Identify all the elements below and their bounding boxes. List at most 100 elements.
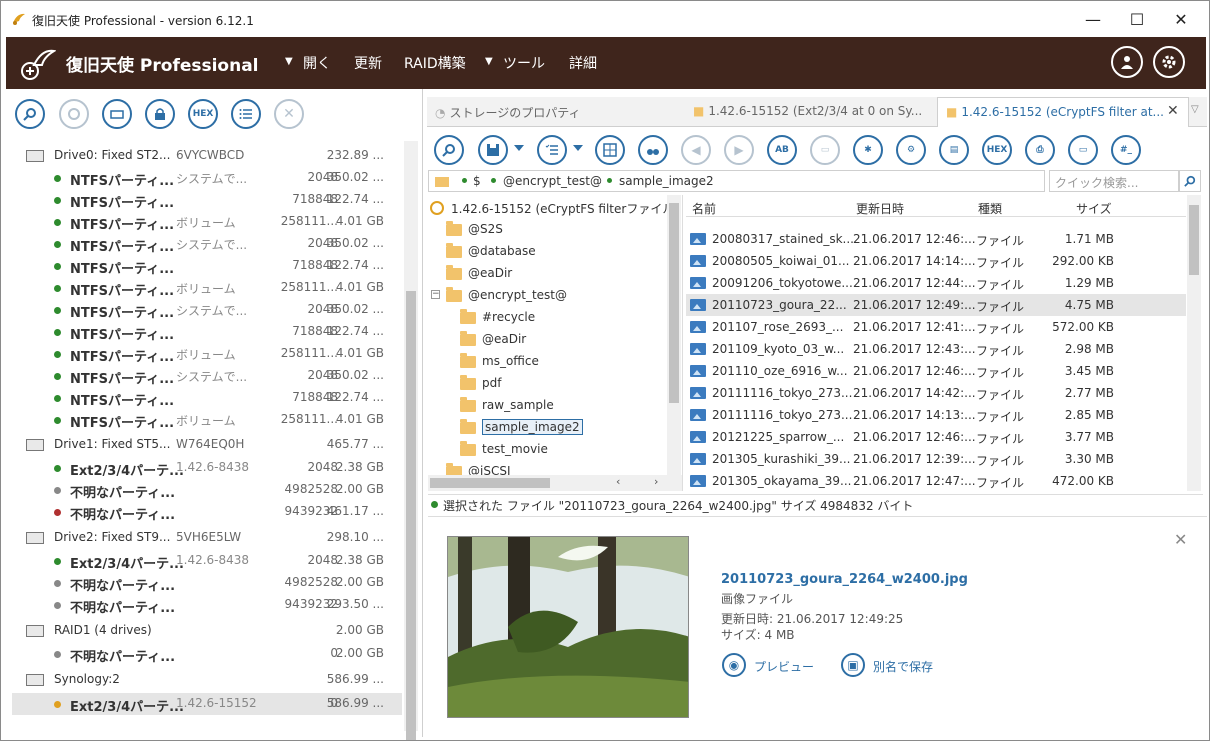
- scrollbar[interactable]: [1187, 195, 1201, 491]
- text-view-button[interactable]: AB: [767, 135, 797, 165]
- list-view-button[interactable]: [231, 99, 261, 129]
- file-row[interactable]: 201305_okayama_39... 21.06.2017 12:47:...…: [686, 470, 1186, 491]
- drive-item[interactable]: Drive2: Fixed ST9... 5VH6E5LW 298.10 ...: [26, 527, 416, 549]
- drive-item[interactable]: Synology:2 586.99 ...: [26, 669, 416, 691]
- tab-ext-volume[interactable]: ■ 1.42.6-15152 (Ext2/3/4 at 0 on Sy...: [693, 97, 933, 127]
- drive-item[interactable]: Drive1: Fixed ST5... W764EQ0H 465.77 ...: [26, 434, 416, 456]
- horizontal-scrollbar[interactable]: ‹ ›: [428, 475, 682, 491]
- drive-item[interactable]: RAID1 (4 drives) 2.00 GB: [26, 620, 416, 642]
- partition-item[interactable]: 不明なパーティ... 4982528 2.00 GB: [26, 479, 416, 501]
- maximize-button[interactable]: ☐: [1115, 5, 1159, 33]
- close-preview-icon[interactable]: ✕: [1174, 530, 1187, 549]
- scrollbar-thumb[interactable]: [406, 291, 416, 740]
- close-button[interactable]: ✕: [1159, 5, 1203, 33]
- partition-item[interactable]: Ext2/3/4パーテ... 1.42.6-8438 2048 2.38 GB: [26, 550, 416, 572]
- menu-tools[interactable]: ツール: [503, 53, 545, 73]
- partition-item[interactable]: NTFSパーティ... 718848 122.74 ...: [26, 321, 416, 343]
- file-row[interactable]: 20110723_goura_22... 21.06.2017 12:49:...…: [686, 294, 1186, 316]
- tab-list-icon[interactable]: ▽: [1191, 104, 1199, 115]
- menu-raid[interactable]: RAID構築: [404, 53, 466, 73]
- partition-item[interactable]: NTFSパーティ... 718848 122.74 ...: [26, 189, 416, 211]
- quick-search-input[interactable]: クイック検索...: [1049, 170, 1179, 192]
- breadcrumb-segment[interactable]: @encrypt_test@: [503, 174, 602, 188]
- partition-item[interactable]: Ext2/3/4パーテ... 1.42.6-8438 2048 2.38 GB: [26, 457, 416, 479]
- find-button[interactable]: [638, 135, 668, 165]
- partition-item[interactable]: NTFSパーティ... システムで... 2048 350.02 ...: [26, 233, 416, 255]
- encryption-button[interactable]: [145, 99, 175, 129]
- file-row[interactable]: 201109_kyoto_03_w... 21.06.2017 12:43:...…: [686, 338, 1186, 360]
- file-row[interactable]: 201305_kurashiki_39... 21.06.2017 12:39:.…: [686, 448, 1186, 470]
- partition-item[interactable]: NTFSパーティ... ボリューム 258111... 4.01 GB: [26, 211, 416, 233]
- file-row[interactable]: 20121225_sparrow_... 21.06.2017 12:46:...…: [686, 426, 1186, 448]
- chevron-down-icon[interactable]: [514, 145, 524, 151]
- search-submit-button[interactable]: [1179, 170, 1201, 192]
- partition-item[interactable]: NTFSパーティ... システムで... 2048 350.02 ...: [26, 167, 416, 189]
- partition-item[interactable]: NTFSパーティ... 718848 122.74 ...: [26, 255, 416, 277]
- file-settings-button[interactable]: ⚙: [896, 135, 926, 165]
- collapse-icon[interactable]: −: [431, 290, 440, 299]
- partition-item[interactable]: NTFSパーティ... システムで... 2048 350.02 ...: [26, 365, 416, 387]
- scrollbar-thumb[interactable]: [669, 203, 679, 403]
- properties-button[interactable]: ▭: [810, 135, 840, 165]
- mount-image-button[interactable]: [102, 99, 132, 129]
- file-row[interactable]: 20091206_tokyotowe... 21.06.2017 12:44:..…: [686, 272, 1186, 294]
- tab-storage-properties[interactable]: ◔ ストレージのプロパティ: [435, 97, 690, 127]
- breadcrumb-segment[interactable]: sample_image2: [619, 174, 714, 188]
- partition-item[interactable]: 不明なパーティ... 4982528 2.00 GB: [26, 572, 416, 594]
- scrollbar-thumb[interactable]: [430, 478, 550, 488]
- save-button[interactable]: [478, 135, 508, 165]
- file-row[interactable]: 201107_rose_2693_... 21.06.2017 12:41:...…: [686, 316, 1186, 338]
- scrollbar[interactable]: [404, 141, 418, 740]
- tab-close-icon[interactable]: ✕: [1167, 103, 1179, 119]
- partition-item[interactable]: NTFSパーティ... 718848 122.74 ...: [26, 387, 416, 409]
- menu-open[interactable]: 開く: [303, 53, 331, 73]
- drive-item[interactable]: Drive0: Fixed ST2... 6VYCWBCD 232.89 ...: [26, 145, 416, 167]
- account-button[interactable]: [1111, 46, 1143, 78]
- file-row[interactable]: 201110_oze_6916_w... 21.06.2017 12:46:...…: [686, 360, 1186, 382]
- partition-item[interactable]: NTFSパーティ... システムで... 2048 350.02 ...: [26, 299, 416, 321]
- save-as-button[interactable]: ▣ 別名で保存: [841, 653, 951, 679]
- mark-file-button[interactable]: ✱: [853, 135, 883, 165]
- open-folder-button[interactable]: ▭: [1068, 135, 1098, 165]
- partition-item[interactable]: Ext2/3/4パーテ... 1.42.6-15152 0 586.99 ...: [12, 693, 402, 715]
- scrollbar[interactable]: [667, 195, 681, 475]
- scan-button[interactable]: [59, 99, 89, 129]
- file-row[interactable]: 20111116_tokyo_273... 21.06.2017 14:42:..…: [686, 382, 1186, 404]
- partition-item[interactable]: NTFSパーティ... ボリューム 258111... 4.01 GB: [26, 343, 416, 365]
- search-button[interactable]: [15, 99, 45, 129]
- breadcrumb-root[interactable]: $: [473, 174, 481, 188]
- partition-item[interactable]: 不明なパーティ... 9439232 293.50 ...: [26, 594, 416, 616]
- preview-button[interactable]: ◉ プレビュー: [722, 653, 822, 679]
- menu-refresh[interactable]: 更新: [354, 53, 382, 73]
- scroll-left-icon[interactable]: ‹: [616, 475, 620, 488]
- search-button[interactable]: [434, 135, 464, 165]
- hash-button[interactable]: #_: [1111, 135, 1141, 165]
- file-row[interactable]: 20111116_tokyo_273... 21.06.2017 14:13:..…: [686, 404, 1186, 426]
- scrollbar-thumb[interactable]: [1189, 205, 1199, 275]
- minimize-button[interactable]: —: [1071, 5, 1115, 33]
- file-row[interactable]: 20080317_stained_sk... 21.06.2017 12:46:.…: [686, 228, 1186, 250]
- column-type[interactable]: 種類: [978, 200, 1002, 217]
- next-button[interactable]: ▶: [724, 135, 754, 165]
- menu-details[interactable]: 詳細: [569, 53, 597, 73]
- settings-button[interactable]: [1153, 46, 1185, 78]
- partition-item[interactable]: NTFSパーティ... ボリューム 258111... 4.01 GB: [26, 409, 416, 431]
- partition-item[interactable]: 不明なパーティ... 9439232 461.17 ...: [26, 501, 416, 523]
- print-button[interactable]: ⎙: [1025, 135, 1055, 165]
- tab-ecryptfs[interactable]: ■ 1.42.6-15152 (eCryptFS filter at...: [937, 97, 1189, 127]
- partition-item[interactable]: NTFSパーティ... ボリューム 258111... 4.01 GB: [26, 277, 416, 299]
- hex-button[interactable]: HEX: [188, 99, 218, 129]
- scroll-right-icon[interactable]: ›: [654, 475, 658, 488]
- partition-item[interactable]: 不明なパーティ... 0 2.00 GB: [26, 643, 416, 665]
- grid-view-button[interactable]: [595, 135, 625, 165]
- remove-button[interactable]: ✕: [274, 99, 304, 129]
- file-row[interactable]: 20080505_koiwai_01... 21.06.2017 14:14:..…: [686, 250, 1186, 272]
- previous-button[interactable]: ◀: [681, 135, 711, 165]
- column-modified[interactable]: 更新日時: [856, 200, 904, 217]
- hex-button[interactable]: HEX: [982, 135, 1012, 165]
- file-save-button[interactable]: ▤: [939, 135, 969, 165]
- chevron-down-icon[interactable]: [573, 145, 583, 151]
- column-size[interactable]: サイズ: [1076, 200, 1112, 217]
- list-view-button[interactable]: [537, 135, 567, 165]
- column-name[interactable]: 名前: [692, 200, 716, 217]
